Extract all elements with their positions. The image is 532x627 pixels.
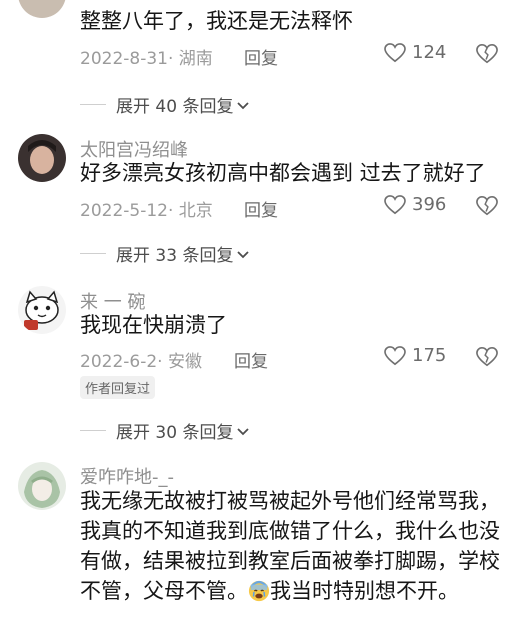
- expand-label: 展开 33 条回复: [116, 246, 234, 266]
- reply-button[interactable]: 回复: [244, 44, 278, 69]
- comment-meta: 2022-8-31· 湖南: [80, 49, 213, 69]
- comment-text-part: 我当时特别想不开。: [270, 579, 459, 603]
- avatar[interactable]: [18, 462, 66, 510]
- avatar[interactable]: [18, 134, 66, 182]
- chevron-down-icon: [237, 101, 250, 109]
- broken-heart-icon[interactable]: [476, 195, 498, 217]
- like-count: 396: [412, 194, 447, 215]
- heart-outline-icon: [384, 194, 406, 214]
- crying-face-emoji: [248, 580, 270, 602]
- comment-text: 好多漂亮女孩初高中都会遇到 过去了就好了: [80, 161, 486, 185]
- expand-replies-button[interactable]: 展开 33 条回复: [80, 241, 251, 266]
- comment-text: 我现在快崩溃了: [80, 313, 227, 337]
- expand-replies-button[interactable]: 展开 30 条回复: [80, 418, 251, 443]
- like-count: 124: [412, 42, 447, 63]
- comment-text: 我无缘无故被打被骂被起外号他们经常骂我，我真的不知道我到底做错了什么，我什么也没…: [80, 486, 500, 606]
- author-replied-badge: 作者回复过: [80, 376, 156, 399]
- broken-heart-icon[interactable]: [476, 346, 498, 368]
- expand-replies-button[interactable]: 展开 40 条回复: [80, 92, 251, 117]
- like-count: 175: [412, 345, 447, 366]
- heart-outline-icon: [384, 345, 406, 365]
- chevron-down-icon: [237, 427, 250, 435]
- like-button[interactable]: 175: [384, 345, 446, 366]
- heart-outline-icon: [384, 42, 406, 62]
- expand-label: 展开 40 条回复: [116, 97, 234, 117]
- comment-text: 整整八年了，我还是无法释怀: [80, 9, 353, 33]
- comment-list: 整整八年了，我还是无法释怀 2022-8-31· 湖南 回复 124 展开 40…: [0, 0, 532, 627]
- avatar[interactable]: [18, 286, 66, 334]
- reply-button[interactable]: 回复: [244, 196, 278, 221]
- divider-line: [80, 430, 106, 431]
- like-button[interactable]: 396: [384, 194, 446, 215]
- reply-button[interactable]: 回复: [234, 347, 268, 372]
- expand-label: 展开 30 条回复: [116, 423, 234, 443]
- like-button[interactable]: 124: [384, 42, 446, 63]
- comment-meta: 2022-6-2· 安徽: [80, 352, 202, 372]
- divider-line: [80, 104, 106, 105]
- chevron-down-icon: [237, 250, 250, 258]
- divider-line: [80, 253, 106, 254]
- comment-meta: 2022-5-12· 北京: [80, 201, 213, 221]
- avatar[interactable]: [18, 0, 66, 18]
- broken-heart-icon[interactable]: [476, 43, 498, 65]
